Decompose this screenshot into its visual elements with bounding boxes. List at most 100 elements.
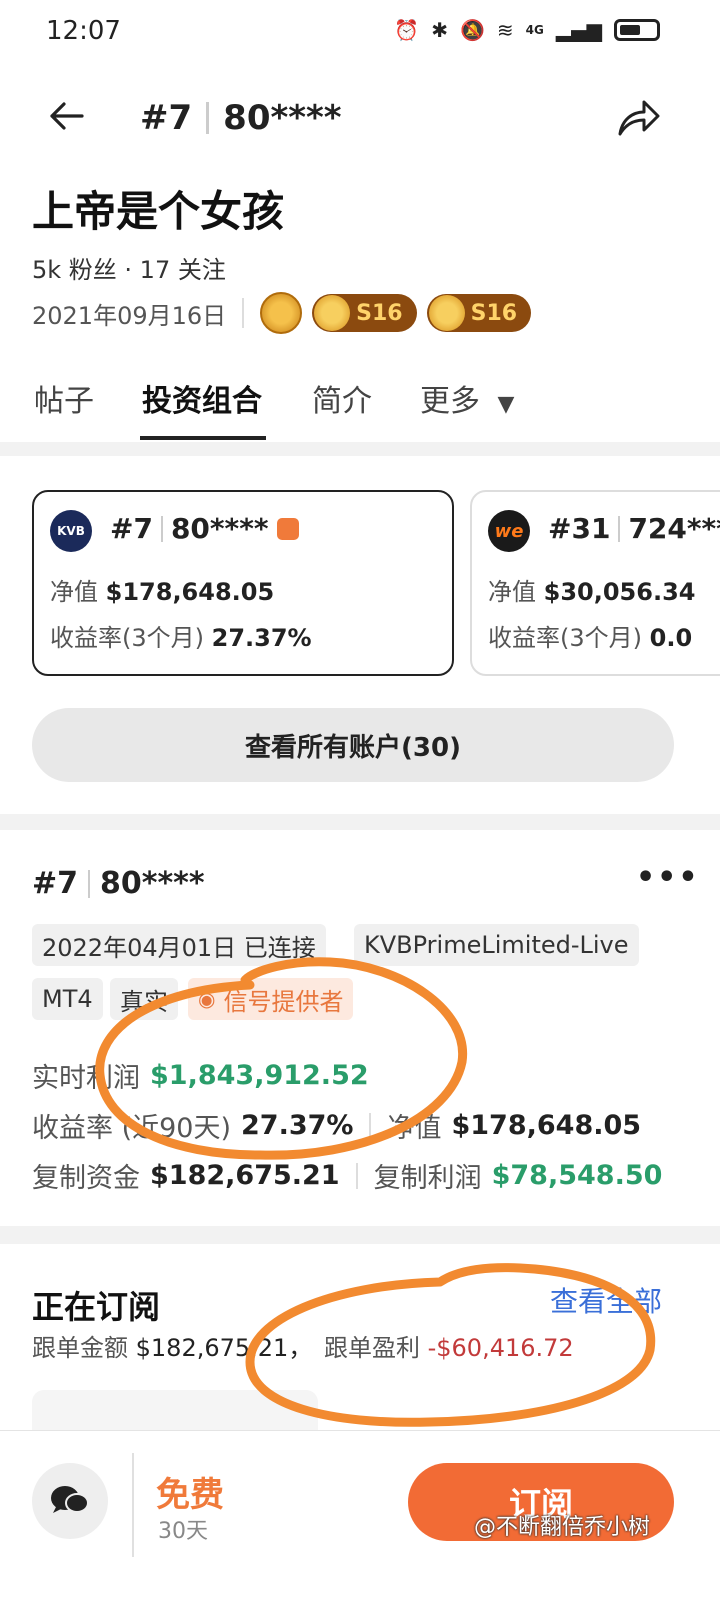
subscribing-summary: 跟单金额 $182,675.21， 跟单盈利 -$60,416.72 [32, 1328, 574, 1363]
return-90d-value: 27.37% [241, 1110, 354, 1141]
equity-value: $30,056.34 [543, 578, 696, 606]
divider [206, 102, 210, 134]
share-button[interactable] [612, 92, 664, 144]
return-label: 收益率(3个月) [50, 624, 204, 652]
signal-provider-tag: ◉ 信号提供者 [188, 978, 354, 1020]
copy-profit-value: $78,548.50 [491, 1160, 663, 1191]
subscribing-title: 正在订阅 [32, 1288, 161, 1326]
detail-rank: #7 [32, 866, 79, 901]
pile-coin-icon [428, 295, 465, 331]
duration-label: 30天 [158, 1519, 208, 1544]
broker-logo: KVB [50, 510, 92, 552]
join-date: 2021年09月16日 [32, 301, 227, 330]
account-detail-section: #7 80**** ••• 2022年04月01日 已连接 KVBPrimeLi… [0, 830, 720, 1226]
account-card[interactable]: we #31 724*** 净值 $30,056.34 收益率(3个月) 0.0 [470, 490, 720, 676]
copy-amount-label: 跟单金额 [32, 1334, 128, 1362]
price-label: 免费 [156, 1475, 224, 1515]
divider [88, 869, 91, 898]
mute-icon: 🔕 [459, 18, 485, 42]
caret-down-icon: ▼ [497, 392, 515, 417]
pile-badge-label: S16 [470, 300, 518, 326]
return-value: 0.0 [649, 624, 693, 652]
tab-posts[interactable]: 帖子 [34, 376, 94, 420]
nav-title: #7 80**** [140, 98, 342, 138]
copy-profit-label: 跟单盈利 [323, 1334, 420, 1362]
divider [242, 298, 245, 328]
account-card-title: #31 724*** [548, 512, 720, 545]
alarm-icon: ⏰ [394, 18, 420, 42]
connected-date-tag: 2022年04月01日 已连接 [32, 924, 326, 966]
accounts-section: KVB #7 80**** 净值 $178,648.05 收益率(3个月) 27… [0, 456, 720, 814]
equity-label: 净值 [488, 578, 536, 606]
copy-row: 复制资金 $182,675.21 复制利润 $78,548.50 [32, 1156, 662, 1195]
profile-date-row: 2021年09月16日 S16 S16 [32, 292, 541, 334]
signal-coin-icon [314, 295, 351, 331]
view-all-link[interactable]: 查看全部 [550, 1280, 662, 1320]
status-time: 12:07 [46, 16, 121, 46]
copy-funds-value: $182,675.21 [150, 1160, 340, 1191]
equity-label: 净值 [50, 578, 98, 606]
tab-more[interactable]: 更多 ▼ [420, 376, 514, 420]
pile-badge[interactable]: S16 [426, 294, 532, 332]
watermark: @不断翻倍乔小树 [474, 1515, 651, 1540]
divider [160, 515, 163, 542]
view-all-accounts-button[interactable]: 查看所有账户(30) [32, 708, 674, 782]
account-equity: 净值 $178,648.05 [50, 572, 274, 607]
follower-stats[interactable]: 5k 粉丝 · 17 关注 [32, 250, 226, 285]
detail-title: #7 80**** [32, 866, 205, 901]
divider [132, 1453, 134, 1557]
account-rank: #7 [110, 512, 153, 545]
nav-rank: #7 [140, 98, 193, 138]
bluetooth-icon: ✱ [431, 18, 448, 42]
tab-intro[interactable]: 简介 [312, 376, 372, 420]
equity-label: 净值 [387, 1113, 442, 1144]
copy-funds-label: 复制资金 [32, 1163, 140, 1194]
account-equity: 净值 $30,056.34 [488, 572, 695, 607]
return-equity-row: 收益率 (近90天) 27.37% 净值 $178,648.05 [32, 1106, 641, 1145]
profile-name: 上帝是个女孩 [32, 187, 285, 236]
chat-button[interactable] [32, 1463, 108, 1539]
signal-icon: ▂▄▆ [555, 18, 602, 42]
broker-logo: we [488, 510, 530, 552]
server-tag: KVBPrimeLimited-Live [354, 924, 639, 966]
profile-tabs: 帖子 投资组合 简介 更多 ▼ [0, 376, 720, 442]
signal-icon: ◉ [198, 987, 216, 1011]
active-tab-indicator [140, 436, 266, 440]
return-value: 27.37% [211, 624, 312, 652]
signal-badge-label: S16 [356, 300, 403, 326]
equity-value: $178,648.05 [105, 578, 275, 606]
nav-account: 80**** [223, 98, 342, 138]
signal-badge[interactable]: S16 [312, 294, 417, 332]
platform-tag: MT4 [32, 978, 103, 1020]
share-icon [618, 100, 660, 136]
back-arrow-icon [50, 102, 84, 130]
copy-amount-value: $182,675.21， [135, 1334, 313, 1362]
back-button[interactable] [44, 94, 88, 149]
account-return: 收益率(3个月) 27.37% [50, 618, 312, 653]
wifi-icon: ≋ [496, 18, 514, 42]
avatar-badge-icon[interactable] [260, 292, 303, 334]
realtime-profit-value: $1,843,912.52 [150, 1060, 369, 1091]
equity-value: $178,648.05 [451, 1110, 642, 1141]
account-number: 724*** [628, 512, 720, 545]
account-type-tag: 真实 [110, 978, 178, 1020]
more-options-icon[interactable]: ••• [636, 860, 700, 895]
profile-section: #7 80**** 上帝是个女孩 5k 粉丝 · 17 关注 2021年09月1… [0, 64, 720, 442]
divider [355, 1162, 358, 1189]
detail-account: 80**** [100, 866, 205, 901]
account-rank: #31 [548, 512, 611, 545]
return-90d-label: 收益率 (近90天) [32, 1113, 232, 1144]
copy-profit-value: -$60,416.72 [427, 1334, 574, 1362]
signal-icon [276, 517, 299, 540]
realtime-profit: 实时利润 $1,843,912.52 [32, 1056, 369, 1095]
divider [618, 515, 621, 542]
realtime-profit-label: 实时利润 [32, 1063, 140, 1094]
battery-icon [614, 19, 660, 41]
copy-profit-label: 复制利润 [373, 1163, 482, 1194]
tab-portfolio[interactable]: 投资组合 [142, 376, 262, 420]
chat-bubble-icon [51, 1486, 89, 1513]
account-card-title: #7 80**** [110, 512, 299, 545]
tab-more-label: 更多 [420, 384, 480, 419]
account-card[interactable]: KVB #7 80**** 净值 $178,648.05 收益率(3个月) 27… [32, 490, 454, 676]
subscribing-section: 正在订阅 查看全部 跟单金额 $182,675.21， 跟单盈利 -$60,41… [0, 1244, 720, 1450]
